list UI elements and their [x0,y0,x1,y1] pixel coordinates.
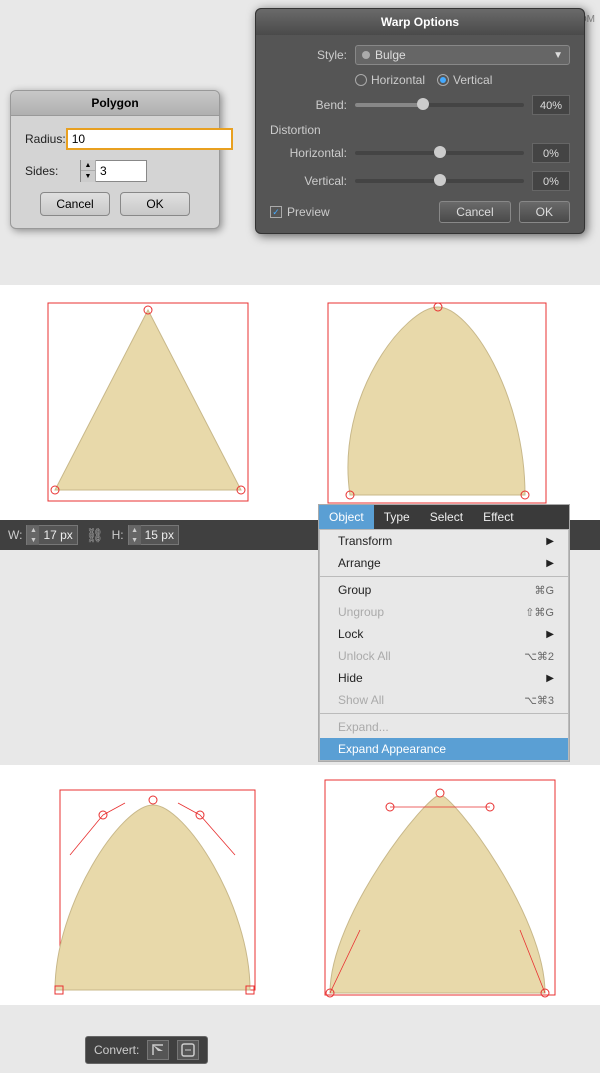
sides-spinner[interactable]: ▲ ▼ 3 [80,160,147,182]
vertical-radio-circle [437,74,449,86]
h-down-arrow[interactable]: ▼ [129,535,141,545]
sides-down-arrow[interactable]: ▼ [81,171,95,182]
style-label: Style: [270,48,355,62]
vert-distortion-value: 0% [532,171,570,191]
menu-object[interactable]: Object [319,505,374,529]
separator-1 [320,576,568,577]
w-down-arrow[interactable]: ▼ [27,535,39,545]
horizontal-radio-label: Horizontal [371,73,425,87]
polygon-dialog-title: Polygon [11,91,219,116]
polygon-dialog: Polygon Radius: Sides: ▲ ▼ 3 Cancel OK [10,90,220,229]
radius-input[interactable] [66,128,233,150]
preview-label: Preview [287,205,330,219]
bend-slider[interactable]: 40% [355,95,570,115]
object-menu: Object Type Select Effect Transform ▶ Ar… [318,504,570,762]
style-value: Bulge [375,48,406,62]
w-up-arrow[interactable]: ▲ [27,525,39,535]
menu-show-all[interactable]: Show All ⌥⌘3 [320,689,568,711]
vert-distortion-slider[interactable]: 0% [355,171,570,191]
h-spinbox[interactable]: ▲ ▼ 15 px [128,525,179,545]
menu-expand-appearance[interactable]: Expand Appearance [320,738,568,760]
top-canvas-area [0,285,600,520]
orientation-radio-group: Horizontal Vertical [355,73,570,87]
left-triangle-svg [20,295,280,515]
dropdown-arrow-icon: ▼ [553,50,563,61]
menu-bar-items: Object Type Select Effect [319,505,569,529]
polygon-cancel-button[interactable]: Cancel [40,192,110,216]
right-bottom-shape-svg [305,775,575,1005]
link-icon: ⛓ [86,527,104,544]
warp-ok-button[interactable]: OK [519,201,570,223]
bend-label: Bend: [270,98,355,112]
horiz-distortion-slider[interactable]: 0% [355,143,570,163]
polygon-ok-button[interactable]: OK [120,192,190,216]
warp-dialog-title: Warp Options [256,9,584,35]
convert-smooth-button[interactable] [177,1040,199,1060]
menu-expand[interactable]: Expand... [320,716,568,738]
left-bottom-shape-svg [15,775,285,1005]
menu-type[interactable]: Type [374,505,420,529]
h-up-arrow[interactable]: ▲ [129,525,141,535]
h-value: 15 px [141,528,178,542]
menu-group[interactable]: Group ⌘G [320,579,568,601]
convert-label: Convert: [94,1043,139,1057]
w-spinbox[interactable]: ▲ ▼ 17 px [26,525,77,545]
menu-unlock-all[interactable]: Unlock All ⌥⌘2 [320,645,568,667]
bend-value: 40% [532,95,570,115]
style-select[interactable]: Bulge ▼ [355,45,570,65]
menu-arrange[interactable]: Arrange ▶ [320,552,568,574]
warp-cancel-button[interactable]: Cancel [439,201,510,223]
style-dot-icon [362,51,370,59]
warp-dialog: Warp Options Style: Bulge ▼ Horizontal V… [255,8,585,234]
menu-transform[interactable]: Transform ▶ [320,530,568,552]
bottom-canvas-area [0,765,600,1005]
vertical-radio-label: Vertical [453,73,492,87]
radius-label: Radius: [25,132,66,146]
preview-checkbox-icon: ✓ [270,206,282,218]
preview-checkbox[interactable]: ✓ Preview [270,205,330,219]
menu-select[interactable]: Select [420,505,473,529]
h-label: H: [112,528,124,542]
horiz-distortion-label: Horizontal: [270,146,355,160]
distortion-label: Distortion [270,123,570,137]
w-value: 17 px [39,528,76,542]
menu-lock[interactable]: Lock ▶ [320,623,568,645]
horizontal-radio[interactable]: Horizontal [355,73,425,87]
sides-value: 3 [96,164,146,178]
vertical-radio[interactable]: Vertical [437,73,492,87]
menu-hide[interactable]: Hide ▶ [320,667,568,689]
w-label: W: [8,528,22,542]
convert-toolbar: Convert: [85,1036,208,1064]
sides-up-arrow[interactable]: ▲ [81,160,95,171]
right-triangle-svg [310,295,570,515]
menu-effect[interactable]: Effect [473,505,523,529]
sides-label: Sides: [25,164,80,178]
vert-distortion-label: Vertical: [270,174,355,188]
separator-2 [320,713,568,714]
horizontal-radio-circle [355,74,367,86]
convert-corner-button[interactable] [147,1040,169,1060]
object-dropdown: Transform ▶ Arrange ▶ Group ⌘G Ungroup ⇧… [319,529,569,761]
menu-ungroup[interactable]: Ungroup ⇧⌘G [320,601,568,623]
horiz-distortion-value: 0% [532,143,570,163]
